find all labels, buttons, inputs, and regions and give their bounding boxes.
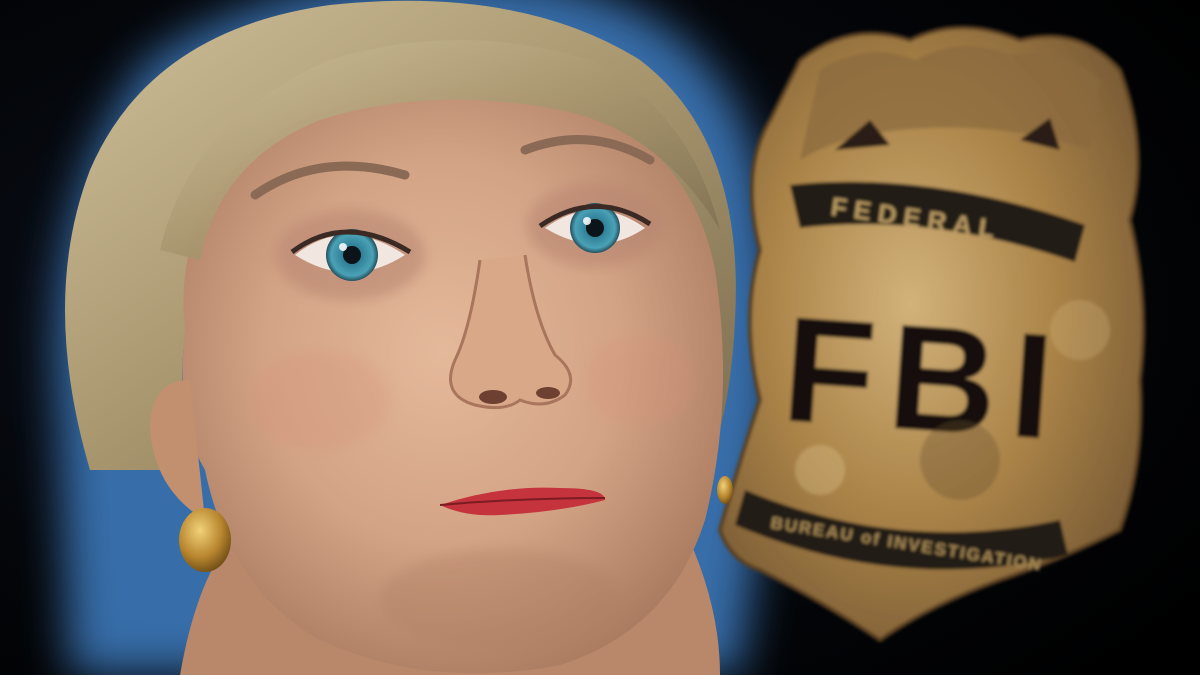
photo-composite: FEDERAL FBI BUREAU of INVESTIGATION [0,0,1200,675]
earring [179,508,231,572]
composite-artwork: FEDERAL FBI BUREAU of INVESTIGATION [0,0,1200,675]
fbi-badge: FEDERAL FBI BUREAU of INVESTIGATION [717,25,1146,643]
